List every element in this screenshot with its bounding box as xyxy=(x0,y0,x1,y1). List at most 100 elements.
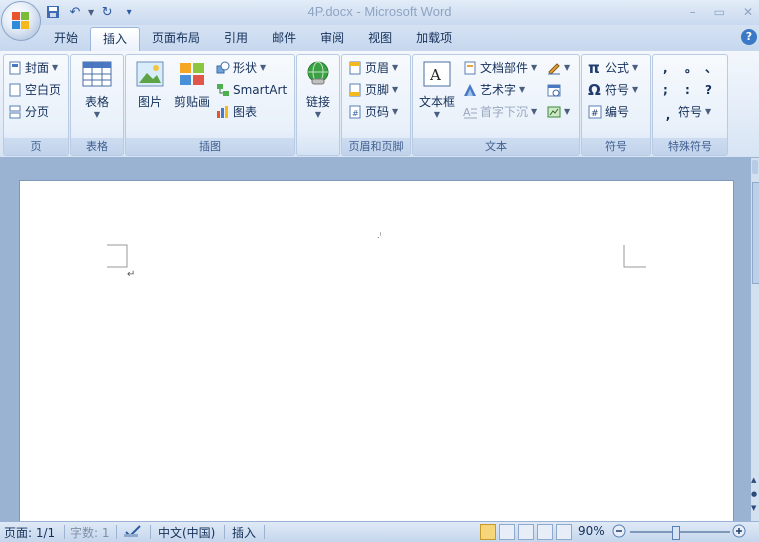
group-symbols: π 公式 ▼ Ω 符号 ▼ # 编号 符号 xyxy=(581,54,651,156)
language-indicator[interactable]: 中文(中国) xyxy=(158,524,215,541)
zoom-out-icon[interactable] xyxy=(612,524,626,541)
svg-text:A: A xyxy=(429,66,441,84)
document-page[interactable]: ↵ .⁾ xyxy=(19,180,734,524)
vertical-scrollbar[interactable]: ▲ ● ▼ xyxy=(751,158,759,521)
date-time-button[interactable] xyxy=(547,80,561,100)
blank-page-button[interactable]: 空白页 xyxy=(8,80,61,100)
group-label-pages: 页 xyxy=(4,138,68,155)
chevron-down-icon: ▼ xyxy=(531,63,538,72)
link-button[interactable]: 链接 ▼ xyxy=(300,59,336,119)
tab-mailings[interactable]: 邮件 xyxy=(260,27,308,50)
quick-parts-icon xyxy=(463,61,477,75)
next-page-icon[interactable]: ▼ xyxy=(751,504,756,512)
special-char-period[interactable]: 。 xyxy=(685,58,697,78)
tab-references[interactable]: 引用 xyxy=(212,27,260,50)
group-links: 链接 ▼ xyxy=(296,54,340,156)
symbol-button[interactable]: Ω 符号 ▼ xyxy=(588,80,638,100)
tab-view[interactable]: 视图 xyxy=(356,27,404,50)
tab-page-layout[interactable]: 页面布局 xyxy=(140,27,212,50)
group-pages: 封面 ▼ 空白页 分页 页 xyxy=(3,54,69,156)
ribbon: 封面 ▼ 空白页 分页 页 表格 ▼ 表格 图片 剪贴画 形状 ▼ SmartA… xyxy=(0,51,759,158)
page-number-button[interactable]: # 页码 ▼ xyxy=(348,102,398,122)
prev-page-icon[interactable]: ▲ xyxy=(751,476,756,484)
signature-line-button[interactable]: ▼ xyxy=(547,58,570,78)
blank-page-icon xyxy=(8,83,22,97)
equation-button[interactable]: π 公式 ▼ xyxy=(588,58,638,78)
tab-addins[interactable]: 加载项 xyxy=(404,27,464,50)
status-divider xyxy=(64,525,65,539)
web-layout-view-icon[interactable] xyxy=(518,524,534,540)
status-divider xyxy=(264,525,265,539)
group-label-tables: 表格 xyxy=(71,138,123,155)
scroll-up-icon[interactable] xyxy=(752,160,758,174)
status-divider xyxy=(116,525,117,539)
date-time-icon xyxy=(547,83,561,97)
footer-button[interactable]: 页脚 ▼ xyxy=(348,80,398,100)
insert-mode-indicator[interactable]: 插入 xyxy=(232,524,256,541)
chart-button[interactable]: 图表 xyxy=(216,102,257,122)
cover-page-icon xyxy=(8,61,22,75)
omega-icon: Ω xyxy=(588,81,601,99)
document-area: ↵ .⁾ xyxy=(0,158,751,524)
footer-icon xyxy=(348,83,362,97)
special-symbol-button[interactable]: , 符号 ▼ xyxy=(661,102,711,122)
picture-button[interactable]: 图片 xyxy=(132,59,168,110)
word-count[interactable]: 字数: 1 xyxy=(70,524,110,541)
maximize-button[interactable]: ▭ xyxy=(714,5,725,19)
close-button[interactable]: ✕ xyxy=(743,5,753,19)
zoom-level[interactable]: 90% xyxy=(578,524,605,538)
clipart-icon xyxy=(177,59,207,89)
page-count[interactable]: 页面: 1/1 xyxy=(4,524,55,541)
zoom-in-icon[interactable] xyxy=(732,524,746,541)
special-char-semicolon[interactable]: ; xyxy=(663,80,668,100)
minimize-button[interactable]: – xyxy=(690,5,696,19)
full-screen-reading-view-icon[interactable] xyxy=(499,524,515,540)
zoom-slider-track[interactable] xyxy=(630,531,730,533)
chevron-down-icon: ▼ xyxy=(392,107,399,116)
page-break-button[interactable]: 分页 xyxy=(8,102,49,122)
chevron-down-icon: ▼ xyxy=(52,63,59,72)
quick-parts-button[interactable]: 文档部件 ▼ xyxy=(463,58,537,78)
browse-object-icon[interactable]: ● xyxy=(751,490,757,498)
cover-page-button[interactable]: 封面 ▼ xyxy=(8,58,58,78)
clipart-button[interactable]: 剪贴画 xyxy=(170,59,214,110)
dropcap-button[interactable]: A 首字下沉 ▼ xyxy=(463,102,537,122)
smartart-button[interactable]: SmartArt xyxy=(216,80,287,100)
status-divider xyxy=(150,525,151,539)
shapes-button[interactable]: 形状 ▼ xyxy=(216,58,266,78)
insert-object-button[interactable]: ▼ xyxy=(547,102,570,122)
tab-home[interactable]: 开始 xyxy=(42,27,90,50)
office-logo-icon xyxy=(12,12,30,30)
special-char-enum-comma[interactable]: 、 xyxy=(705,58,717,78)
special-char-colon[interactable]: : xyxy=(685,80,690,100)
chevron-down-icon: ▼ xyxy=(632,85,639,94)
group-text: A 文本框 ▼ 文档部件 ▼ 艺术字 ▼ A 首字下沉 ▼ ▼ ▼ 文本 xyxy=(412,54,580,156)
tab-insert[interactable]: 插入 xyxy=(90,27,141,51)
svg-text:#: # xyxy=(352,109,359,118)
view-buttons xyxy=(480,524,572,540)
svg-text:A: A xyxy=(463,106,471,119)
status-bar: 页面: 1/1 字数: 1 中文(中国) 插入 90% xyxy=(0,521,759,542)
draft-view-icon[interactable] xyxy=(556,524,572,540)
textbox-button[interactable]: A 文本框 ▼ xyxy=(415,59,459,119)
table-button[interactable]: 表格 ▼ xyxy=(77,59,117,119)
office-button[interactable] xyxy=(1,1,41,41)
special-char-question[interactable]: ? xyxy=(705,80,712,100)
number-button[interactable]: # 编号 xyxy=(588,102,629,122)
group-label-symbols: 符号 xyxy=(582,138,650,155)
wordart-icon xyxy=(463,83,477,97)
chart-icon xyxy=(216,105,230,119)
scroll-thumb[interactable] xyxy=(752,182,759,284)
help-icon[interactable]: ? xyxy=(741,29,757,45)
print-layout-view-icon[interactable] xyxy=(480,524,496,540)
header-button[interactable]: 页眉 ▼ xyxy=(348,58,398,78)
tab-review[interactable]: 审阅 xyxy=(308,27,356,50)
smartart-icon xyxy=(216,83,230,97)
outline-view-icon[interactable] xyxy=(537,524,553,540)
zoom-slider-thumb[interactable] xyxy=(672,526,680,540)
special-char-comma[interactable]: , xyxy=(663,58,668,78)
symbol-dot-icon: , xyxy=(665,108,671,122)
chevron-down-icon: ▼ xyxy=(564,63,571,72)
wordart-button[interactable]: 艺术字 ▼ xyxy=(463,80,525,100)
proofing-icon[interactable] xyxy=(124,524,142,541)
